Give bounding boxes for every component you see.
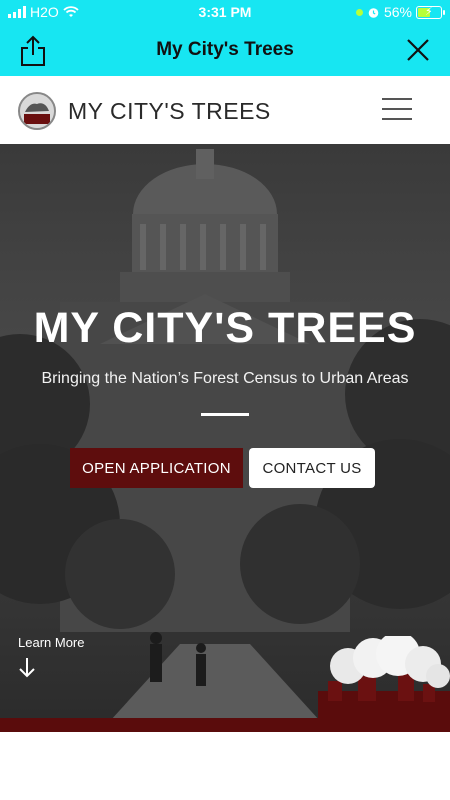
battery-percent: 56% (383, 4, 412, 20)
logo-icon[interactable] (18, 92, 56, 130)
hero-bottom-band (0, 718, 450, 732)
hero-divider (201, 413, 249, 416)
site-brand-name[interactable]: MY CITY'S TREES (68, 98, 271, 125)
status-bar: H2O 3:31 PM 56% ⚡ (0, 0, 450, 26)
browser-title: My City's Trees (156, 39, 294, 60)
learn-more-link[interactable]: Learn More (18, 635, 84, 650)
site-header: MY CITY'S TREES (0, 76, 450, 144)
open-application-button[interactable]: OPEN APPLICATION (70, 448, 243, 488)
hero-subtitle: Bringing the Nation’s Forest Census to U… (41, 370, 409, 387)
status-right: 56% ⚡ (355, 4, 445, 20)
arrow-down-icon[interactable] (18, 656, 36, 678)
alarm-icon (368, 7, 379, 18)
contact-us-button[interactable]: CONTACT US (249, 448, 375, 488)
hero-title: MY CITY'S TREES (33, 304, 417, 352)
hero-section: MY CITY'S TREES Bringing the Nation’s Fo… (0, 144, 450, 732)
app-top-bar: H2O 3:31 PM 56% ⚡ My City's Trees (0, 0, 450, 76)
hamburger-menu-icon[interactable] (382, 98, 412, 122)
close-icon[interactable] (406, 38, 430, 62)
browser-nav-bar: My City's Trees (0, 26, 450, 76)
battery-icon: ⚡ (416, 5, 445, 19)
location-indicator-icon (355, 8, 363, 16)
